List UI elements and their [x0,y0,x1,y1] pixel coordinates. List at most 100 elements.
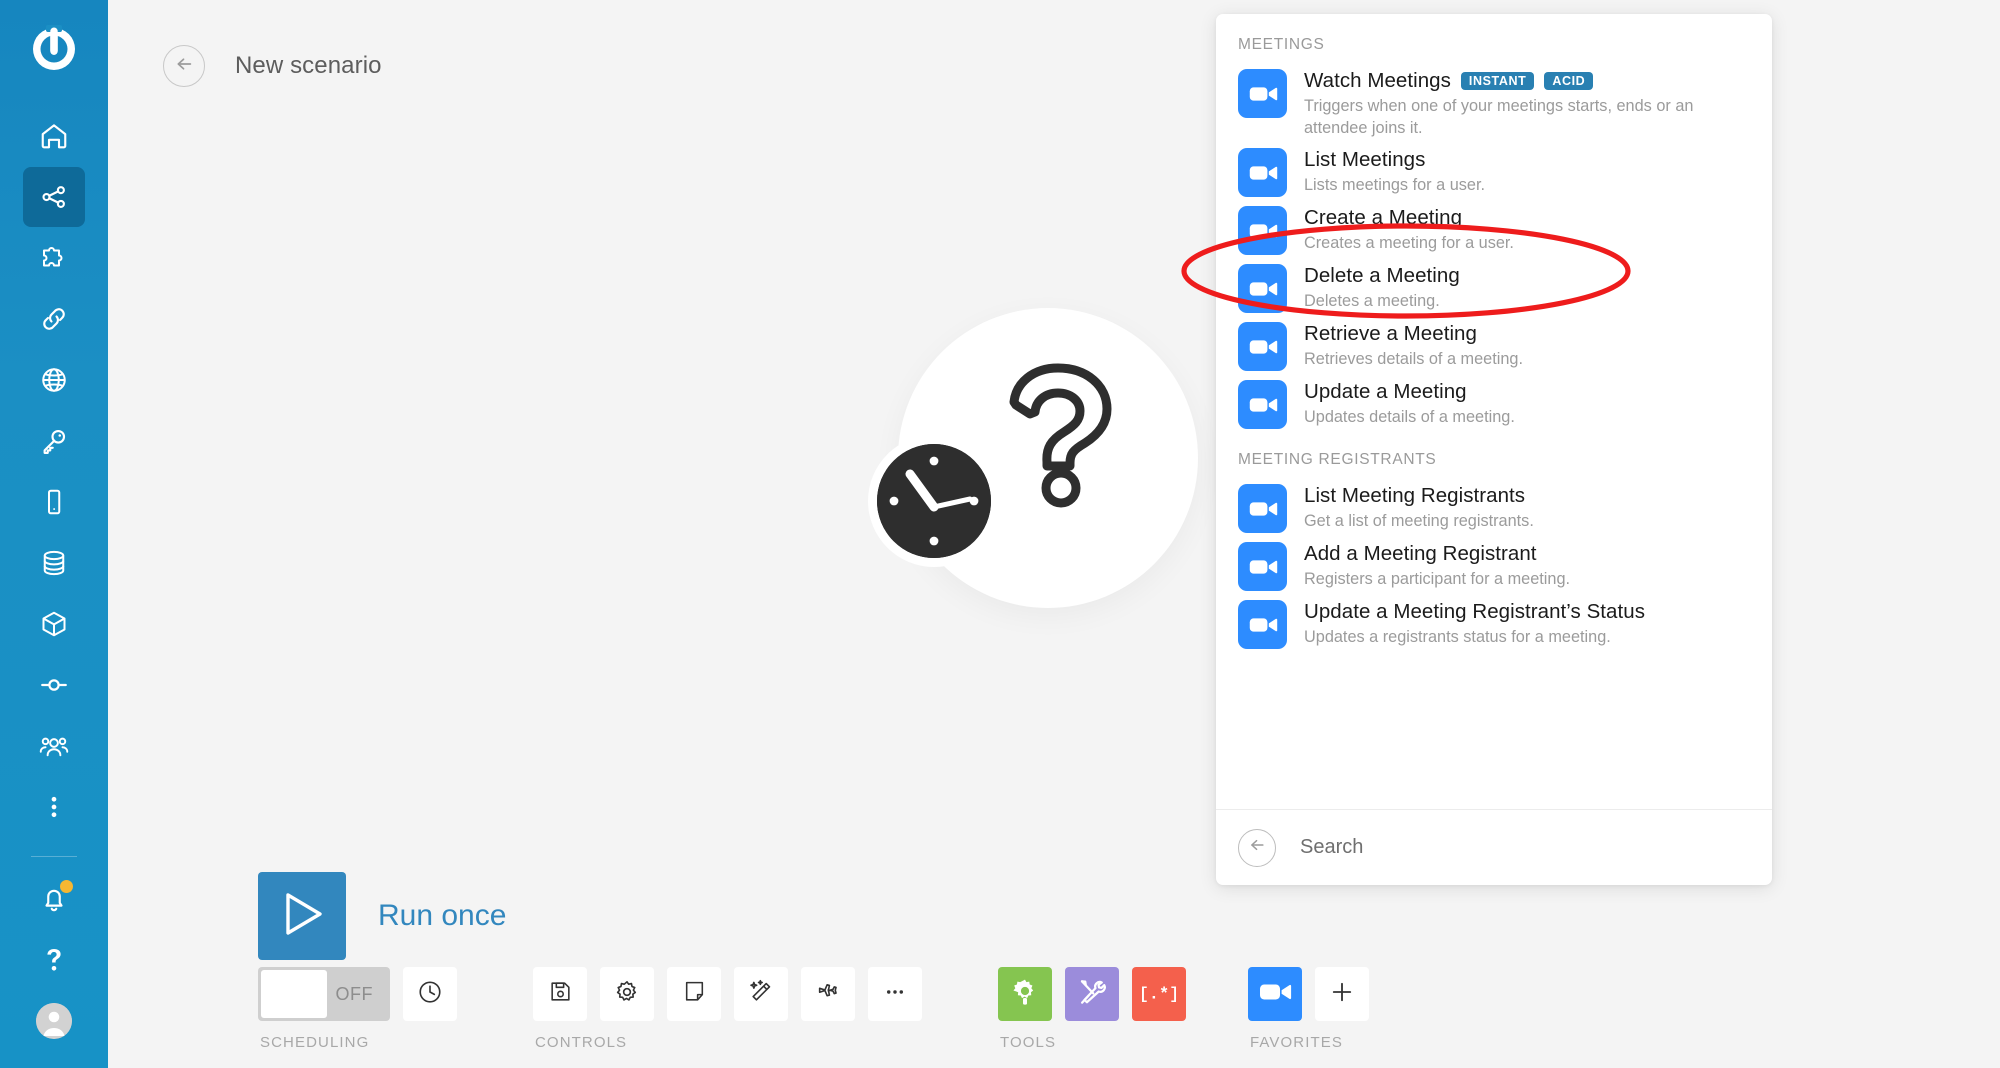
sidebar-item-home[interactable] [23,106,85,166]
back-button[interactable] [163,45,205,87]
sidebar-item-connections[interactable] [23,289,85,349]
module-title: Update a Meeting [1304,379,1467,405]
node-icon [39,670,69,700]
sidebar-item-data-structures[interactable] [23,594,85,654]
tools-flow-control-button[interactable] [998,967,1052,1021]
note-button[interactable] [667,967,721,1021]
zoom-app-icon [1238,600,1287,649]
module-title: Watch Meetings [1304,68,1451,94]
module-item-watch-meetings[interactable]: Watch Meetings INSTANT ACID Triggers whe… [1216,64,1772,143]
auto-align-button[interactable] [734,967,788,1021]
add-favorite-button[interactable] [1315,967,1369,1021]
module-title: Retrieve a Meeting [1304,321,1477,347]
key-icon [39,426,69,456]
sidebar-item-notifications[interactable] [23,869,85,929]
toolbar-group-favorites: FAVORITES [1248,967,1369,1051]
module-item-list-meetings[interactable]: List Meetings Lists meetings for a user. [1216,143,1772,201]
zoom-app-icon [1238,380,1287,429]
sidebar-item-data-stores[interactable] [23,533,85,593]
sidebar-item-scenarios[interactable] [23,167,85,227]
gear-icon [614,979,640,1010]
floppy-disk-icon [548,979,573,1009]
clock-icon [877,444,991,558]
module-item-delete-a-meeting[interactable]: Delete a Meeting Deletes a meeting. [1216,259,1772,317]
module-item-create-a-meeting[interactable]: Create a Meeting Creates a meeting for a… [1216,201,1772,259]
module-description: Triggers when one of your meetings start… [1304,96,1750,139]
ellipsis-vertical-icon [39,792,69,822]
badge-acid: ACID [1544,72,1593,90]
sidebar-item-profile[interactable] [23,991,85,1051]
tools-utilities-button[interactable] [1065,967,1119,1021]
zoom-app-icon [1238,264,1287,313]
run-once-row: Run once [258,872,506,960]
module-item-add-a-meeting-registrant[interactable]: Add a Meeting Registrant Registers a par… [1216,537,1772,595]
share-nodes-icon [39,182,69,212]
scheduling-clock-button[interactable] [403,967,457,1021]
sidebar-item-team[interactable] [23,716,85,776]
zoom-app-icon [1238,148,1287,197]
favorite-zoom-button[interactable] [1248,967,1302,1021]
zoom-app-icon [1238,69,1287,118]
zoom-app-icon [1238,484,1287,533]
module-item-update-a-meeting[interactable]: Update a Meeting Updates details of a me… [1216,375,1772,433]
run-once-button[interactable] [258,872,346,960]
module-title: Update a Meeting Registrant’s Status [1304,599,1645,625]
scheduling-caption: SCHEDULING [258,1034,457,1051]
note-icon [682,979,707,1009]
more-button[interactable] [868,967,922,1021]
sidebar-divider [31,856,77,857]
tools-icon [1077,977,1107,1012]
settings-button[interactable] [600,967,654,1021]
explore-button[interactable] [801,967,855,1021]
picker-search-footer[interactable]: Search [1216,809,1772,885]
group-label-meetings: MEETINGS [1216,36,1772,64]
module-title: Add a Meeting Registrant [1304,541,1537,567]
notification-badge [60,880,73,893]
search-label[interactable]: Search [1300,836,1363,859]
picker-back-button[interactable] [1238,829,1276,867]
module-description: Retrieves details of a meeting. [1304,349,1523,371]
sidebar-item-help[interactable] [23,930,85,990]
favorites-caption: FAVORITES [1248,1034,1369,1051]
integromat-logo[interactable] [27,22,81,76]
question-mark-glyph [998,360,1118,515]
puzzle-piece-icon [39,243,69,273]
cube-icon [39,609,69,639]
scheduling-toggle[interactable]: OFF [258,967,390,1021]
run-once-label: Run once [378,899,506,933]
arrow-left-circle-icon [173,53,195,80]
airplane-icon [815,979,841,1010]
tools-text-parser-button[interactable]: [.*] [1132,967,1186,1021]
play-icon [280,890,324,943]
clock-icon [417,979,443,1010]
database-icon [39,548,69,578]
module-item-update-a-meeting-registrants-status[interactable]: Update a Meeting Registrant’s Status Upd… [1216,595,1772,653]
left-sidebar [0,0,108,1068]
sidebar-item-devices[interactable] [23,472,85,532]
empty-canvas-placeholder [868,300,1198,630]
module-item-retrieve-a-meeting[interactable]: Retrieve a Meeting Retrieves details of … [1216,317,1772,375]
zoom-app-icon [1238,206,1287,255]
scheduling-toggle-state: OFF [336,984,374,1005]
magic-wand-icon [748,979,774,1010]
sidebar-item-webhooks[interactable] [23,350,85,410]
home-icon [39,121,69,151]
gear-icon [1010,977,1040,1012]
zoom-app-icon [1258,980,1292,1009]
scheduling-toggle-knob [261,970,327,1018]
module-item-list-meeting-registrants[interactable]: List Meeting Registrants Get a list of m… [1216,479,1772,537]
app-root: New scenario [0,0,2000,1068]
question-mark-icon [39,945,69,975]
mobile-icon [39,487,69,517]
sidebar-item-functions[interactable] [23,655,85,715]
module-description: Creates a meeting for a user. [1304,233,1514,255]
zoom-app-icon [1238,322,1287,371]
globe-icon [39,365,69,395]
sidebar-item-templates[interactable] [23,228,85,288]
avatar [36,1003,72,1039]
sidebar-item-keys[interactable] [23,411,85,471]
module-description: Lists meetings for a user. [1304,175,1485,197]
toolbar-group-scheduling: OFF SCHEDULING [258,967,457,1051]
save-button[interactable] [533,967,587,1021]
sidebar-item-more[interactable] [23,777,85,837]
